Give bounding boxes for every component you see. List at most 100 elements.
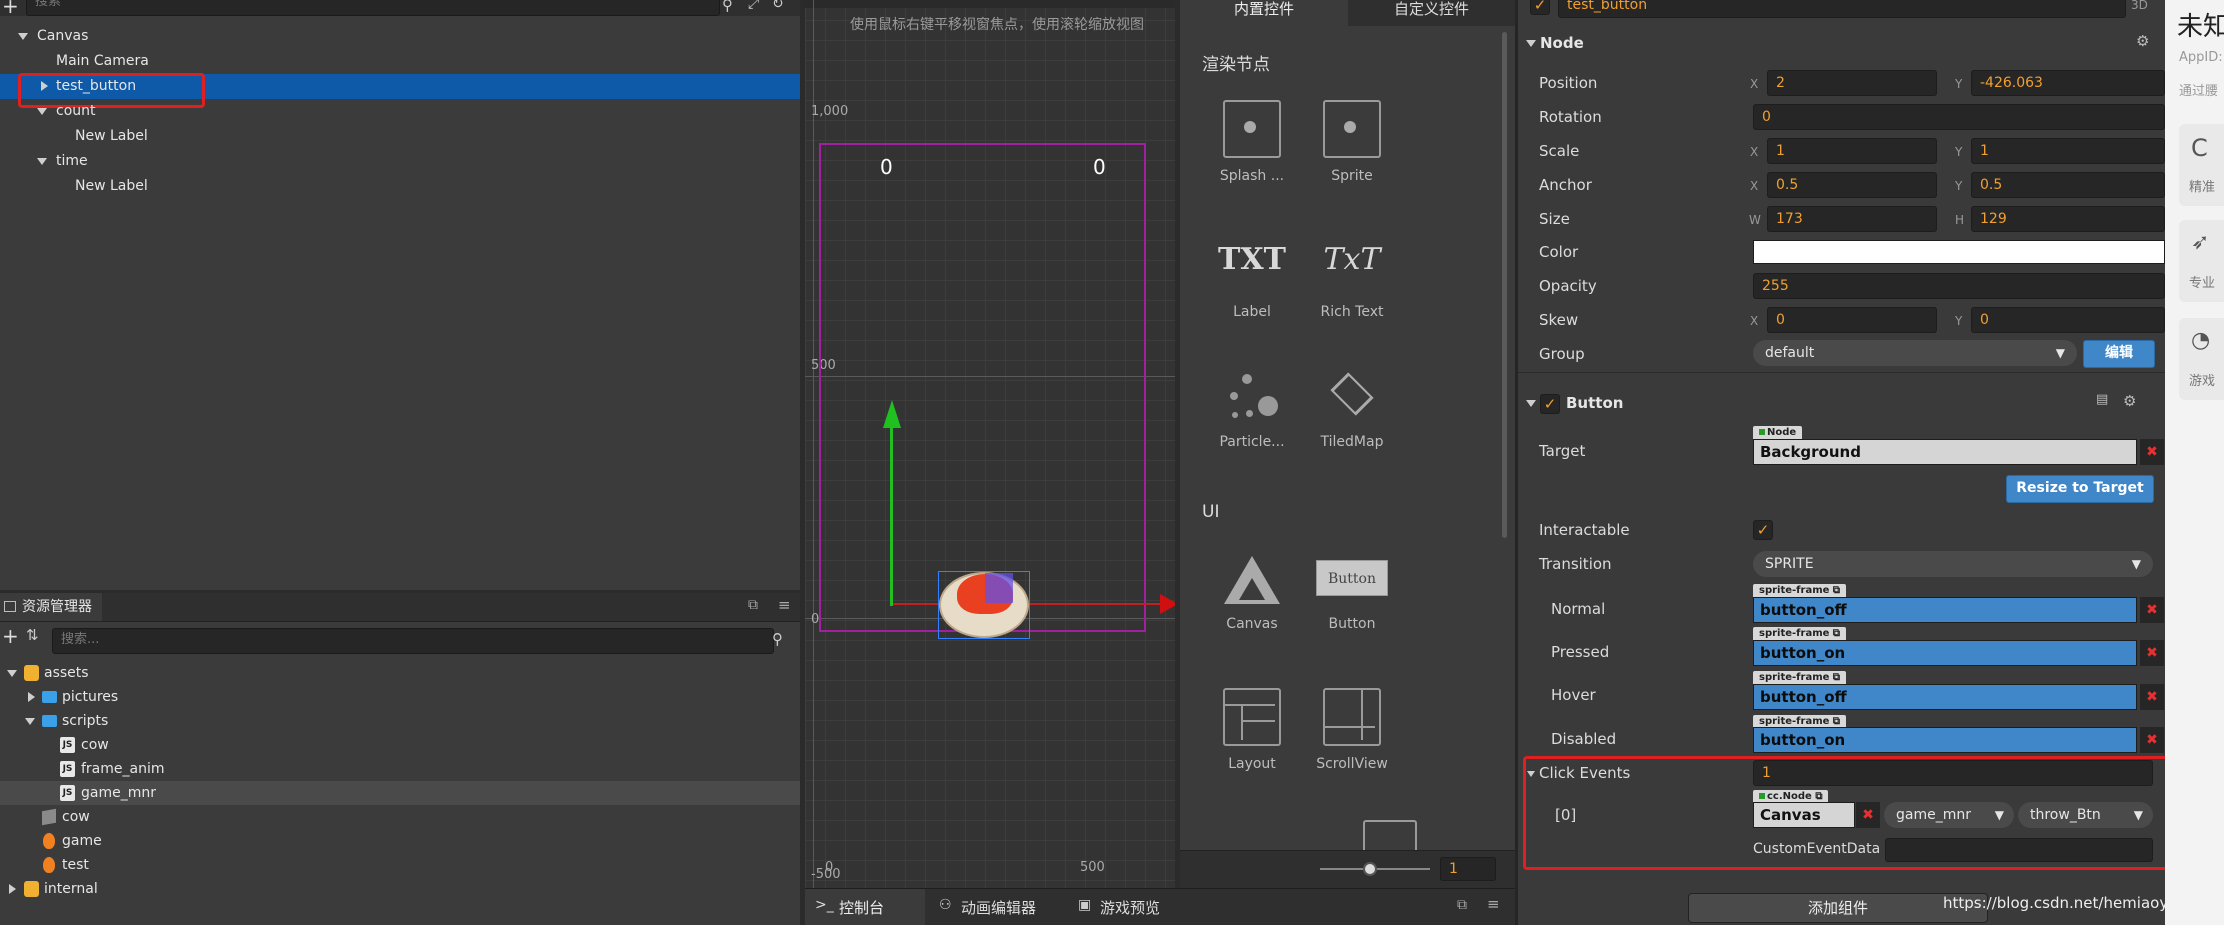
hierarchy-search-input[interactable]: 搜索 bbox=[26, 0, 720, 16]
size-width-input[interactable]: 173 bbox=[1767, 206, 1937, 232]
expand-arrow-icon[interactable] bbox=[1526, 400, 1536, 407]
tree-item-count[interactable]: count bbox=[0, 99, 800, 124]
menu-icon[interactable]: ≡ bbox=[1487, 895, 1500, 913]
tree-item-time[interactable]: time bbox=[0, 149, 800, 174]
node-active-checkbox[interactable]: ✓ bbox=[1530, 0, 1550, 15]
asset-item-cow-prefab[interactable]: cow bbox=[0, 805, 800, 829]
pressed-sprite-field[interactable]: button_on bbox=[1753, 640, 2137, 666]
clear-pressed-icon[interactable]: ✖ bbox=[2140, 640, 2164, 666]
group-select[interactable]: default ▼ bbox=[1753, 340, 2077, 366]
skew-x-input[interactable]: 0 bbox=[1767, 307, 1937, 333]
lib-item-scrollview[interactable]: ScrollView bbox=[1302, 688, 1402, 772]
zoom-slider-thumb[interactable] bbox=[1363, 862, 1377, 876]
expand-arrow-icon[interactable] bbox=[25, 718, 35, 725]
refresh-icon[interactable]: ↻ bbox=[772, 0, 784, 12]
expand-arrow-icon[interactable] bbox=[1527, 771, 1535, 777]
tree-item-new-label-2[interactable]: New Label bbox=[0, 174, 800, 199]
clear-hover-icon[interactable]: ✖ bbox=[2140, 684, 2164, 710]
expand-icon[interactable]: ⤢ bbox=[748, 0, 759, 12]
hover-sprite-field[interactable]: button_off bbox=[1753, 684, 2137, 710]
scrollbar[interactable] bbox=[1502, 32, 1507, 538]
position-x-input[interactable]: 2 bbox=[1767, 70, 1937, 96]
lib-item-splash[interactable]: Splash ... bbox=[1202, 100, 1302, 184]
lib-item-tiledmap[interactable]: TiledMap bbox=[1302, 370, 1402, 450]
tab-game-preview[interactable]: ▣ 游戏预览 bbox=[1070, 889, 1190, 925]
scale-x-input[interactable]: 1 bbox=[1767, 138, 1937, 164]
tree-item-canvas[interactable]: Canvas bbox=[0, 24, 800, 49]
search-icon[interactable]: ⚲ bbox=[722, 0, 733, 14]
expand-arrow-icon[interactable] bbox=[7, 670, 17, 677]
clear-normal-icon[interactable]: ✖ bbox=[2140, 597, 2164, 623]
3d-toggle[interactable]: 3D bbox=[2131, 0, 2148, 12]
asset-item-game-scene[interactable]: game bbox=[0, 829, 800, 853]
asset-item-frame-anim[interactable]: JS frame_anim bbox=[0, 757, 800, 781]
asset-item-test-scene[interactable]: test bbox=[0, 853, 800, 877]
collapse-arrow-icon[interactable] bbox=[28, 692, 35, 702]
clear-event-target-icon[interactable]: ✖ bbox=[1856, 802, 1880, 828]
event-target-node-field[interactable]: Canvas bbox=[1753, 802, 1855, 828]
resize-to-target-button[interactable]: Resize to Target bbox=[2006, 475, 2154, 503]
scale-y-input[interactable]: 1 bbox=[1971, 138, 2165, 164]
asset-item-internal[interactable]: internal bbox=[0, 877, 800, 901]
button-enabled-checkbox[interactable]: ✓ bbox=[1540, 394, 1560, 414]
position-y-input[interactable]: -426.063 bbox=[1971, 70, 2165, 96]
expand-arrow-icon[interactable] bbox=[37, 158, 47, 165]
zoom-value-input[interactable]: 1 bbox=[1440, 857, 1496, 881]
menu-icon[interactable]: ≡ bbox=[778, 596, 791, 614]
interactable-checkbox[interactable]: ✓ bbox=[1753, 520, 1773, 540]
disabled-sprite-field[interactable]: button_on bbox=[1753, 727, 2137, 753]
scene-view[interactable]: 使用鼠标右键平移视窗焦点，使用滚轮缩放视图 1,000 500 0 -500 0… bbox=[805, 0, 1175, 888]
color-swatch[interactable] bbox=[1753, 240, 2165, 264]
custom-event-data-input[interactable] bbox=[1885, 838, 2153, 862]
asset-item-game-mnr[interactable]: JS game_mnr bbox=[0, 781, 800, 805]
node-section-header[interactable]: Node ⚙ bbox=[1518, 30, 2165, 58]
anchor-y-input[interactable]: 0.5 bbox=[1971, 172, 2165, 198]
node-name-input[interactable]: test_button bbox=[1558, 0, 2126, 18]
add-icon[interactable]: + bbox=[2, 0, 19, 18]
asset-item-assets[interactable]: assets bbox=[0, 661, 800, 685]
normal-sprite-field[interactable]: button_off bbox=[1753, 597, 2137, 623]
maximize-icon[interactable]: ⧉ bbox=[748, 597, 758, 613]
event-handler-select[interactable]: throw_Btn ▼ bbox=[2018, 802, 2153, 828]
y-axis-gizmo[interactable] bbox=[890, 420, 893, 606]
click-events-count-input[interactable]: 1 bbox=[1753, 760, 2153, 786]
lib-item-rich-text[interactable]: TxT Rich Text bbox=[1302, 240, 1402, 320]
lib-item-canvas[interactable]: Canvas bbox=[1202, 552, 1302, 632]
tab-builtin[interactable]: 内置控件 bbox=[1180, 0, 1348, 26]
side-card[interactable]: C 精准 bbox=[2179, 124, 2224, 206]
expand-arrow-icon[interactable] bbox=[37, 108, 47, 115]
tab-console[interactable]: >_ 控制台 bbox=[805, 889, 925, 925]
clear-disabled-icon[interactable]: ✖ bbox=[2140, 727, 2164, 753]
x-arrow-icon[interactable] bbox=[1160, 594, 1175, 614]
tree-item-main-camera[interactable]: Main Camera bbox=[0, 49, 800, 74]
clear-target-icon[interactable]: ✖ bbox=[2140, 439, 2164, 465]
side-card[interactable]: ◔ 游戏 bbox=[2179, 318, 2224, 400]
anchor-x-input[interactable]: 0.5 bbox=[1767, 172, 1937, 198]
rotation-input[interactable]: 0 bbox=[1753, 104, 2165, 130]
collapse-arrow-icon[interactable] bbox=[9, 884, 16, 894]
assets-search-input[interactable]: 搜索... bbox=[52, 628, 774, 654]
size-height-input[interactable]: 129 bbox=[1971, 206, 2165, 232]
gear-icon[interactable]: ⚙ bbox=[2123, 392, 2136, 410]
add-icon[interactable]: + bbox=[2, 624, 19, 648]
target-field[interactable]: Background bbox=[1753, 439, 2137, 465]
event-component-select[interactable]: game_mnr ▼ bbox=[1884, 802, 2014, 828]
gear-icon[interactable]: ⚙ bbox=[2136, 32, 2149, 50]
lib-item-button[interactable]: Button Button bbox=[1302, 552, 1402, 632]
side-card[interactable]: ➶ 专业 bbox=[2179, 220, 2224, 302]
lib-item-layout[interactable]: Layout bbox=[1202, 688, 1302, 772]
search-icon[interactable]: ⚲ bbox=[772, 630, 783, 648]
opacity-input[interactable]: 255 bbox=[1753, 273, 2165, 299]
lib-item-label[interactable]: TXT Label bbox=[1202, 240, 1302, 320]
y-arrow-icon[interactable] bbox=[883, 400, 901, 428]
asset-item-scripts[interactable]: scripts bbox=[0, 709, 800, 733]
tab-assets[interactable]: 资源管理器 bbox=[0, 593, 102, 621]
asset-item-pictures[interactable]: pictures bbox=[0, 685, 800, 709]
sort-icon[interactable]: ⇅ bbox=[26, 626, 39, 644]
expand-arrow-icon[interactable] bbox=[18, 33, 28, 40]
maximize-icon[interactable]: ⧉ bbox=[1457, 897, 1467, 913]
transition-select[interactable]: SPRITE ▼ bbox=[1753, 551, 2153, 577]
lib-item-sprite[interactable]: Sprite bbox=[1302, 100, 1402, 184]
tab-animation-editor[interactable]: ⚇ 动画编辑器 bbox=[929, 889, 1069, 925]
tab-custom[interactable]: 自定义控件 bbox=[1348, 0, 1515, 26]
